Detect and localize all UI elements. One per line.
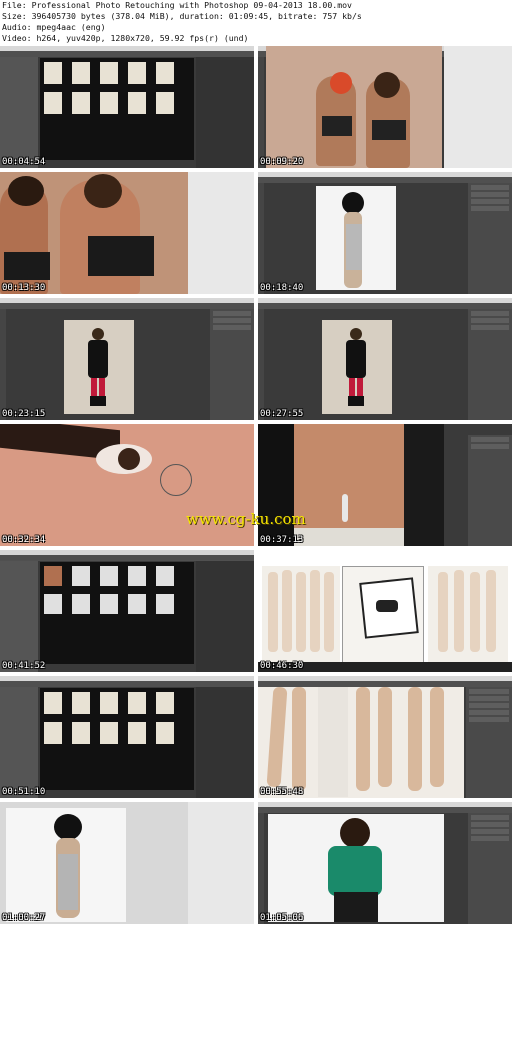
timestamp: 00:27:55 bbox=[260, 409, 304, 419]
photo-canvas bbox=[316, 186, 396, 290]
audio-info-line: Audio: mpeg4aac (eng) bbox=[2, 22, 106, 32]
timestamp: 00:23:15 bbox=[2, 409, 46, 419]
video-info-line: Video: h264, yuv420p, 1280x720, 59.92 fp… bbox=[2, 33, 249, 43]
thumbnail-13[interactable]: 01:00:27 bbox=[0, 802, 254, 924]
layers-panel bbox=[468, 435, 512, 546]
timestamp: 00:37:13 bbox=[260, 535, 304, 545]
layers-panel bbox=[468, 183, 512, 294]
timestamp: 00:51:10 bbox=[2, 787, 46, 797]
timestamp: 00:04:54 bbox=[2, 157, 46, 167]
content-grid bbox=[40, 562, 194, 664]
timestamp: 01:00:27 bbox=[2, 913, 46, 923]
thumbnail-11[interactable]: 00:51:10 bbox=[0, 676, 254, 798]
timestamp: 00:41:52 bbox=[2, 661, 46, 671]
photo-canvas bbox=[268, 814, 444, 922]
photo-canvas bbox=[64, 320, 134, 414]
photo-canvas bbox=[6, 808, 126, 922]
timestamp: 01:05:06 bbox=[260, 913, 304, 923]
dialog-panel bbox=[444, 46, 512, 168]
watermark-text: www.cg-ku.com bbox=[186, 510, 306, 528]
thumbnail-10[interactable]: 00:46:30 bbox=[258, 550, 512, 672]
dialog-panel bbox=[188, 802, 254, 924]
preview-panel bbox=[196, 57, 254, 168]
file-info-header: File: Professional Photo Retouching with… bbox=[0, 0, 512, 46]
layers-panel bbox=[468, 309, 512, 420]
layers-panel bbox=[466, 687, 512, 798]
size-info-line: Size: 396405730 bytes (378.04 MiB), dura… bbox=[2, 11, 362, 21]
photo-canvas bbox=[322, 320, 392, 414]
timestamp: 00:13:30 bbox=[2, 283, 46, 293]
photo-canvas bbox=[258, 686, 464, 798]
file-info-line: File: Professional Photo Retouching with… bbox=[2, 0, 352, 10]
timestamp: 00:32:34 bbox=[2, 535, 46, 545]
thumbnail-14[interactable]: 01:05:06 bbox=[258, 802, 512, 924]
timestamp: 00:46:30 bbox=[260, 661, 304, 671]
bridge-sidebar bbox=[0, 57, 38, 168]
thumbnail-4[interactable]: 00:18:40 bbox=[258, 172, 512, 294]
photo-canvas bbox=[294, 424, 404, 546]
content-grid bbox=[40, 58, 194, 160]
thumbnail-2[interactable]: 00:09:20 bbox=[258, 46, 512, 168]
content-grid bbox=[40, 688, 194, 790]
photo-canvas bbox=[266, 46, 442, 168]
thumbnail-3[interactable]: 00:13:30 bbox=[0, 172, 254, 294]
thumbnail-grid: 00:04:54 00:09:20 00:13:30 00:18:40 00:2… bbox=[0, 46, 512, 1038]
timestamp: 00:18:40 bbox=[260, 283, 304, 293]
dialog-panel bbox=[188, 172, 254, 294]
timestamp: 00:55:48 bbox=[260, 787, 304, 797]
thumbnail-9[interactable]: 00:41:52 bbox=[0, 550, 254, 672]
layers-panel bbox=[468, 813, 512, 924]
layers-panel bbox=[210, 309, 254, 420]
thumbnail-6[interactable]: 00:27:55 bbox=[258, 298, 512, 420]
thumbnail-5[interactable]: 00:23:15 bbox=[0, 298, 254, 420]
thumbnail-12[interactable]: 00:55:48 bbox=[258, 676, 512, 798]
thumbnail-1[interactable]: 00:04:54 bbox=[0, 46, 254, 168]
timestamp: 00:09:20 bbox=[260, 157, 304, 167]
